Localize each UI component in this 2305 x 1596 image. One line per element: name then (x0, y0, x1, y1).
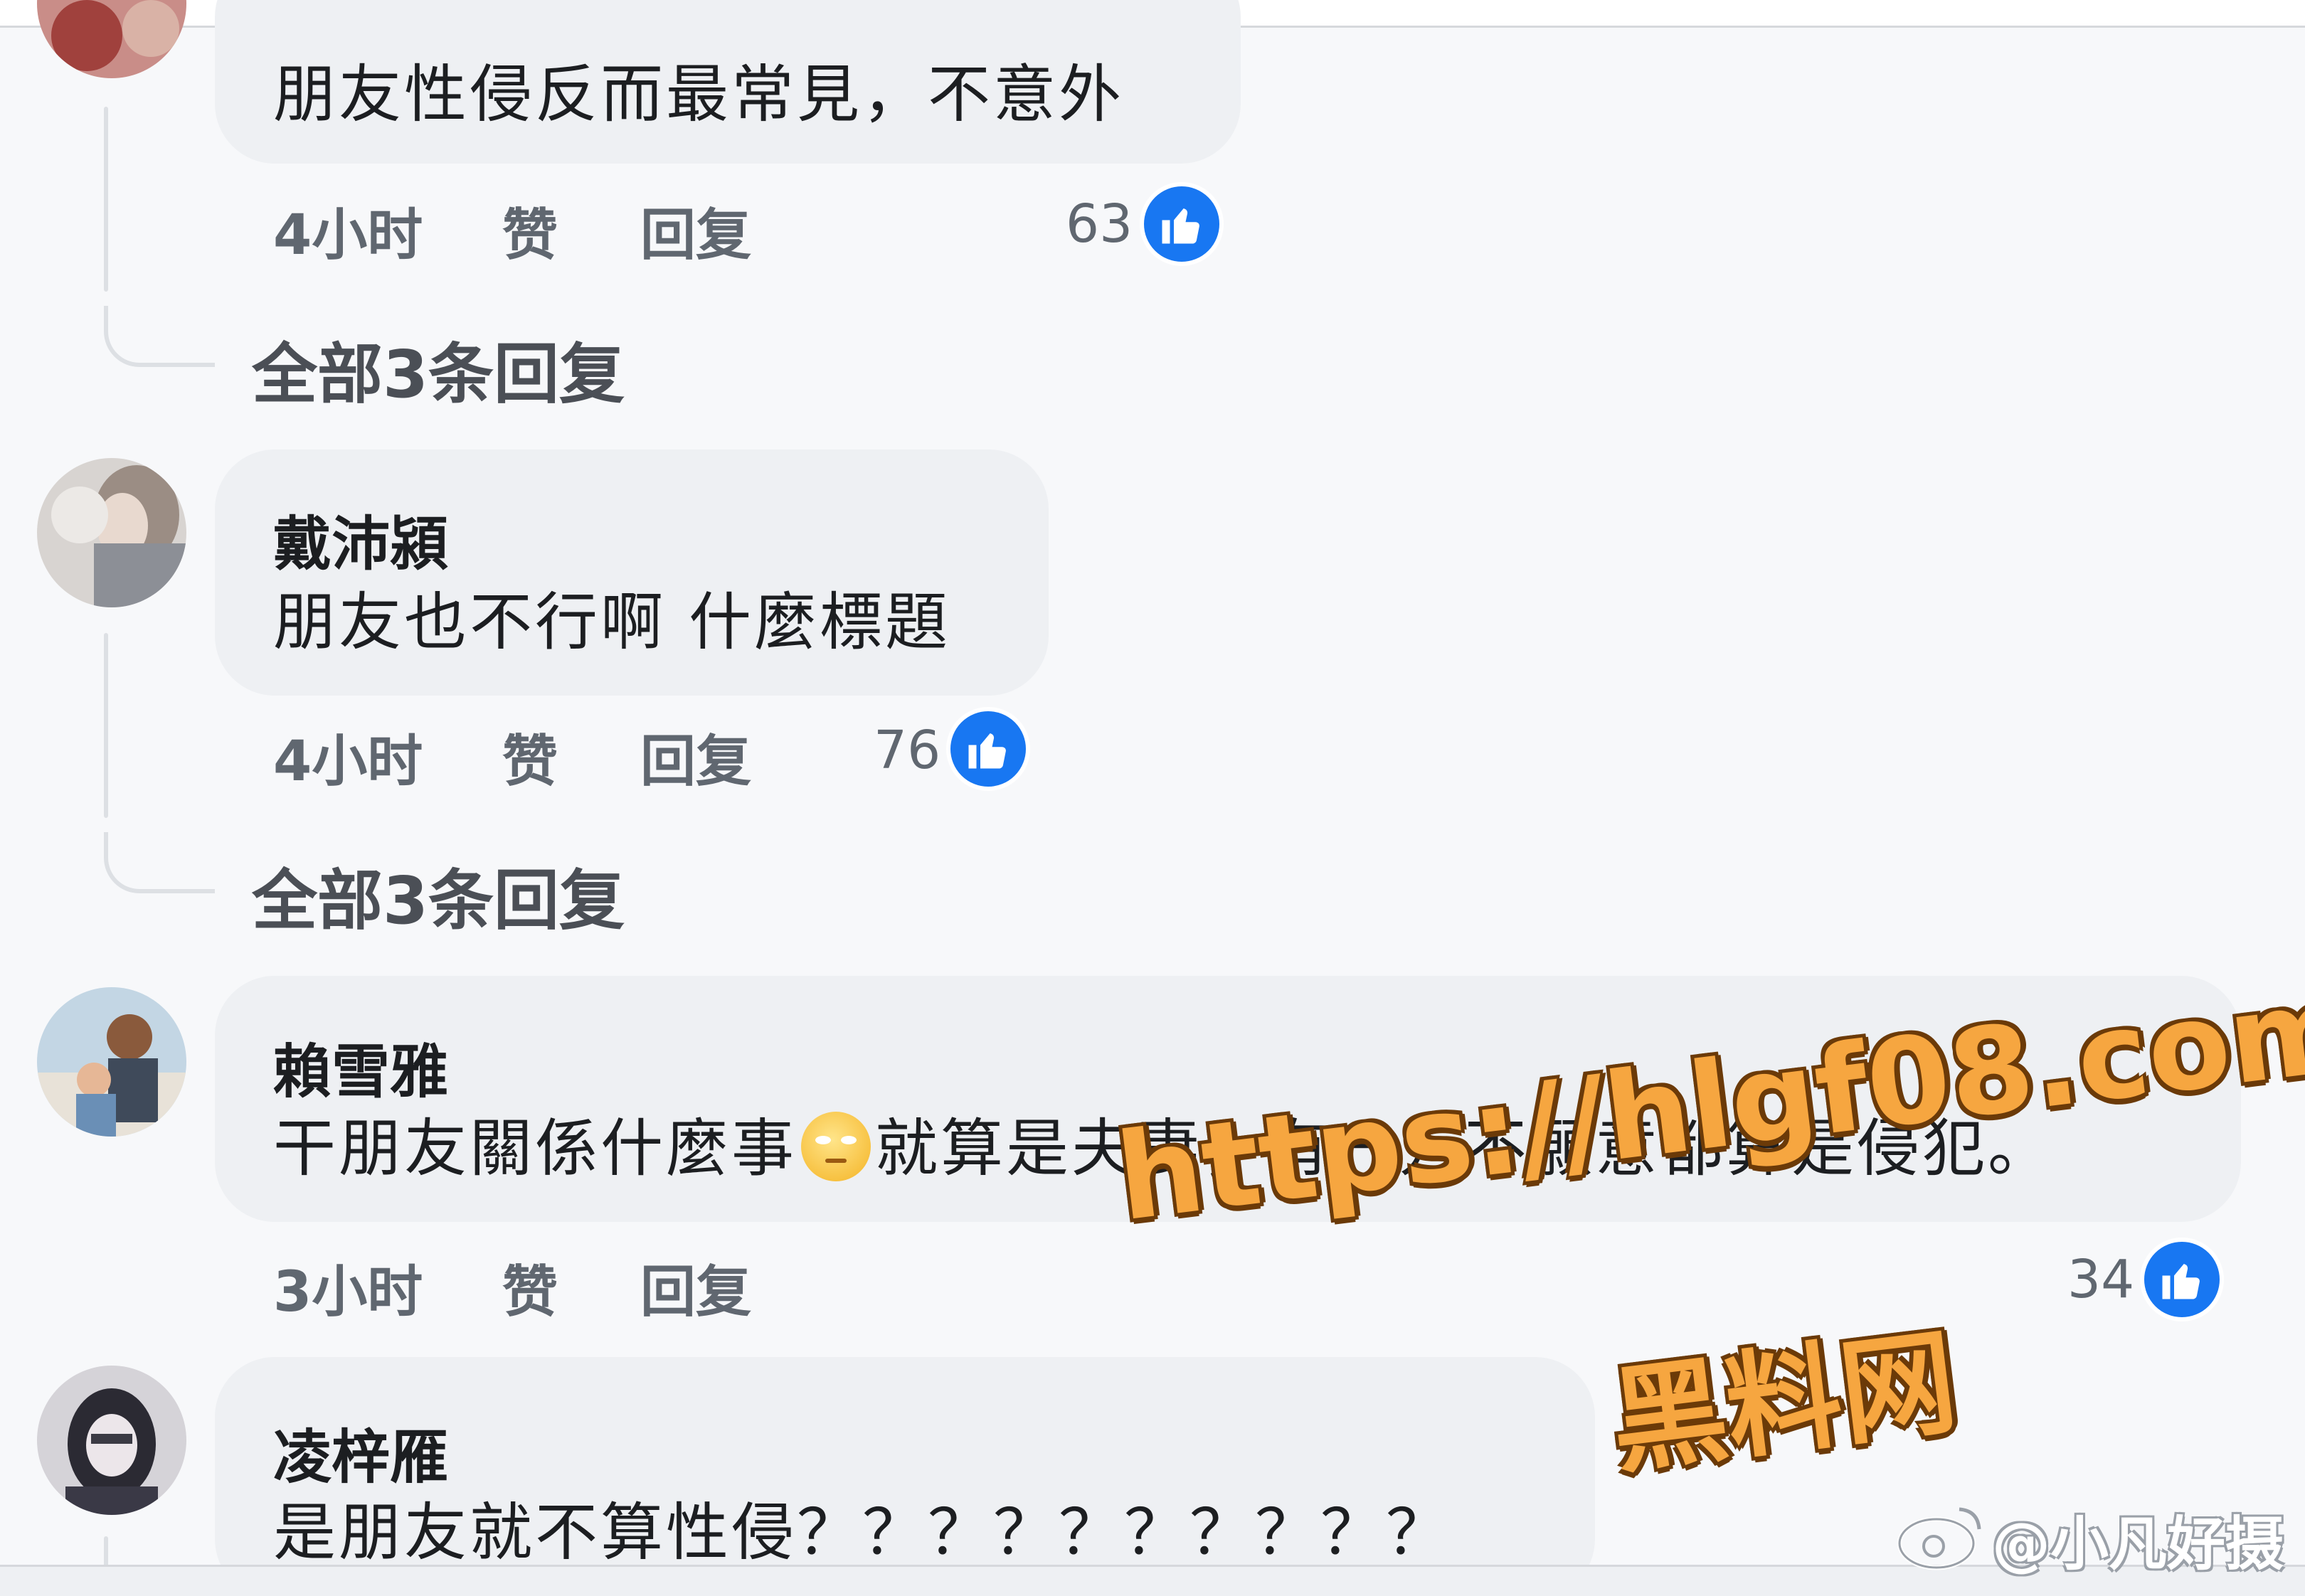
thumbs-up-icon[interactable] (1140, 182, 1224, 266)
weibo-watermark: @小凡好摄 (1992, 1511, 2284, 1578)
thumbs-up-icon[interactable] (946, 707, 1030, 791)
comment-time[interactable]: 4小时 (273, 717, 423, 797)
weibo-icon (1894, 1501, 1986, 1575)
thread-connector (104, 832, 215, 893)
thumbs-up-icon[interactable] (2140, 1238, 2224, 1321)
reply-button[interactable]: 回复 (640, 1247, 751, 1327)
comment-text: 朋友性侵反而最常見，不意外 (273, 58, 1125, 131)
view-replies-link[interactable]: 全部3条回复 (252, 321, 625, 416)
comments-screenshot: 朋友性侵反而最常見，不意外 4小时 赞 回复 63 全部3条回复 戴沛潁 朋友也… (0, 0, 2305, 1596)
comment-author[interactable]: 戴沛潁 (273, 496, 448, 581)
comment-author[interactable]: 賴雪雅 (273, 1024, 448, 1109)
comment-bubble: 朋友性侵反而最常見，不意外 (215, 0, 1241, 164)
like-button[interactable]: 赞 (502, 1247, 558, 1327)
comment-text: 是朋友就不算性侵？？？？？？？？？？ (273, 1496, 1452, 1569)
like-button[interactable]: 赞 (502, 191, 558, 270)
comment-text-part: 干朋友關係什麼事 (273, 1112, 798, 1185)
like-count: 76 (874, 720, 941, 781)
thread-line (104, 107, 108, 292)
reply-button[interactable]: 回复 (640, 191, 751, 270)
like-count: 34 (2067, 1249, 2135, 1310)
comment-bubble: 凌梓雁 是朋友就不算性侵？？？？？？？？？？ (215, 1357, 1595, 1596)
avatar[interactable] (37, 0, 186, 78)
reply-button[interactable]: 回复 (640, 717, 751, 797)
view-replies-link[interactable]: 全部3条回复 (252, 848, 625, 942)
comment-time[interactable]: 3小时 (273, 1247, 423, 1327)
thread-connector (104, 306, 215, 367)
comment-text: 朋友也不行啊 什麼標題 (273, 585, 950, 659)
rolling-eyes-emoji (801, 1112, 871, 1181)
like-count: 63 (1066, 193, 1133, 255)
like-button[interactable]: 赞 (502, 717, 558, 797)
watermark-site-name: 黑料网 (1604, 1315, 1964, 1491)
thread-line (104, 633, 108, 818)
avatar[interactable] (37, 458, 186, 607)
comment-time[interactable]: 4小时 (273, 191, 423, 270)
avatar[interactable] (37, 987, 186, 1137)
avatar[interactable] (37, 1366, 186, 1515)
comment-bubble: 戴沛潁 朋友也不行啊 什麼標題 (215, 449, 1049, 696)
